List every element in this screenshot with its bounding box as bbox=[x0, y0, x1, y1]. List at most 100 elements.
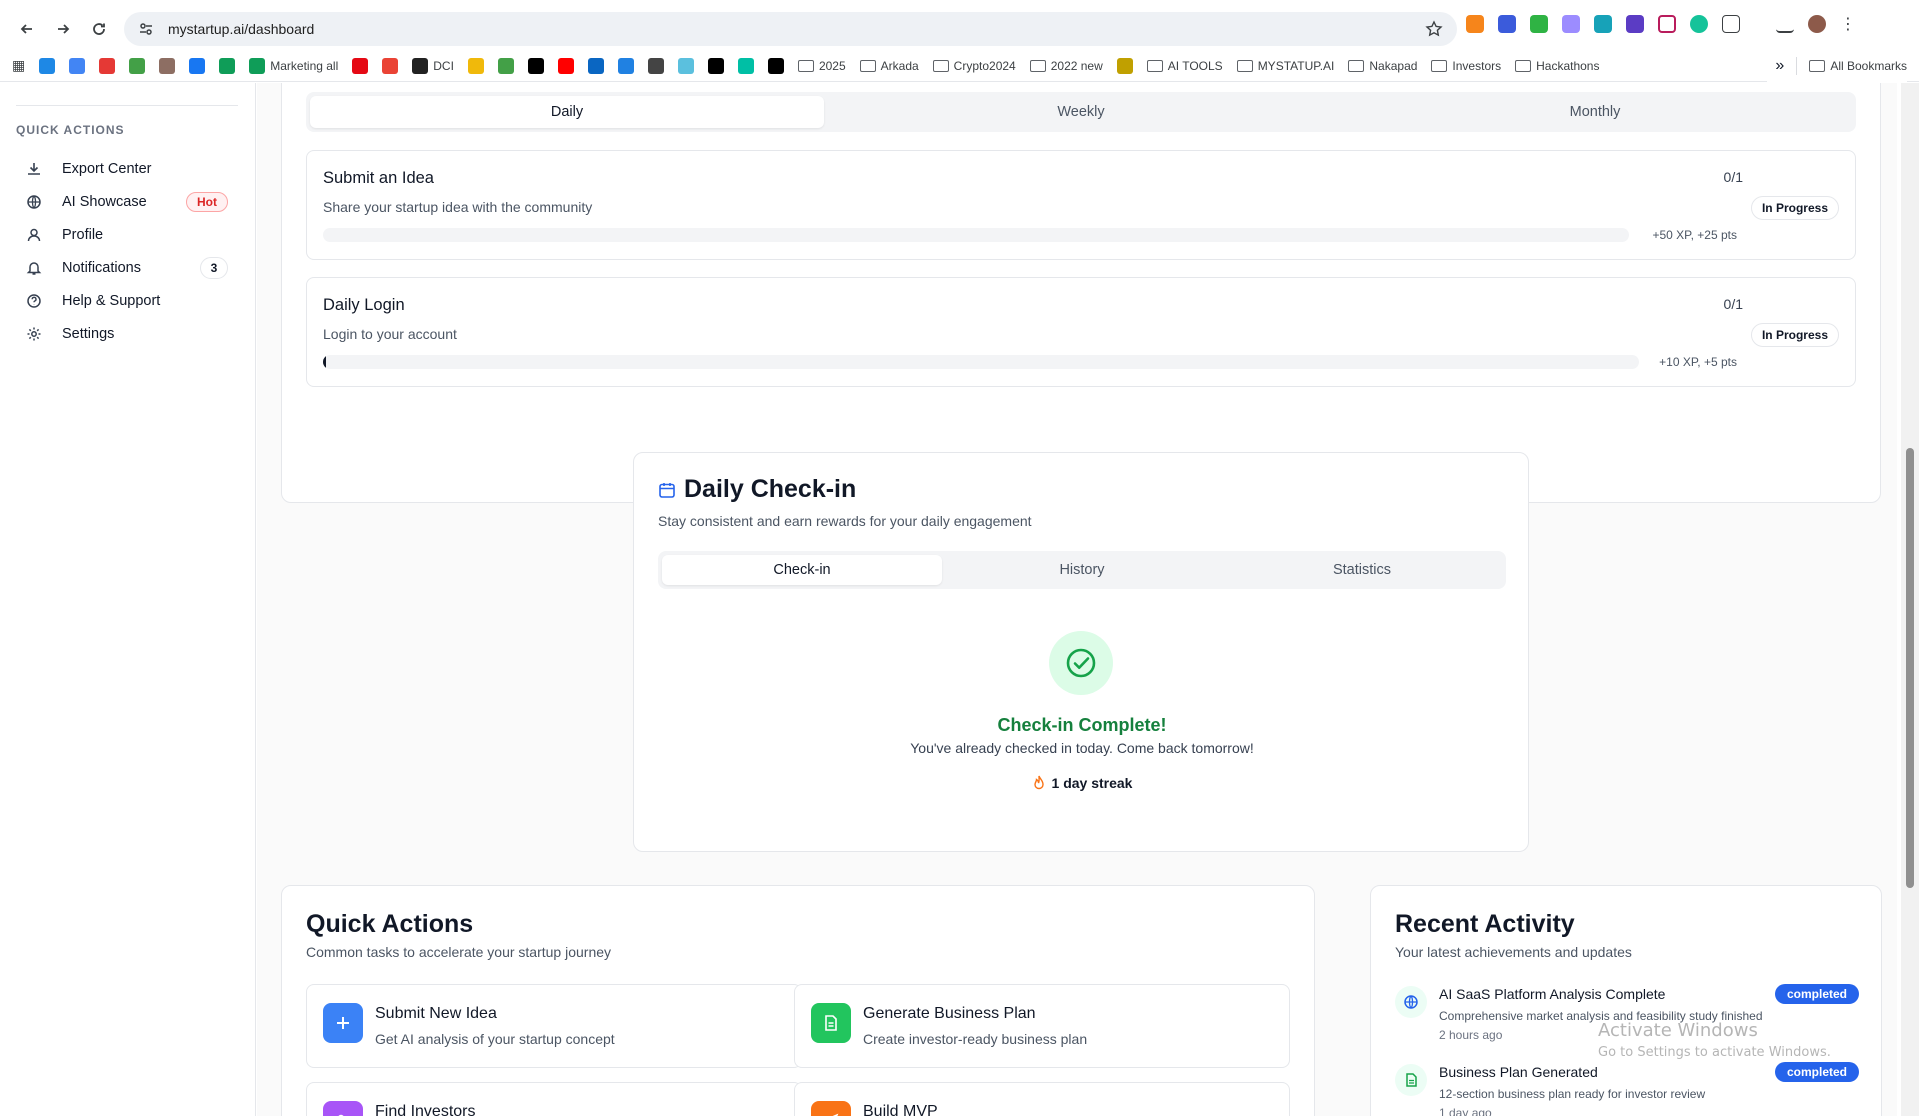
address-bar[interactable]: mystartup.ai/dashboard bbox=[124, 12, 1457, 46]
tab-weekly[interactable]: Weekly bbox=[824, 96, 1338, 128]
bookmark-item[interactable] bbox=[382, 57, 399, 74]
bookmark-item[interactable] bbox=[219, 57, 236, 74]
tab-daily[interactable]: Daily bbox=[310, 96, 824, 128]
bookmark-item[interactable] bbox=[352, 57, 369, 74]
all-bookmarks-folder[interactable]: All Bookmarks bbox=[1809, 59, 1907, 73]
tab-history[interactable]: History bbox=[942, 555, 1222, 585]
scrollbar-thumb[interactable] bbox=[1906, 448, 1914, 888]
bookmark-item[interactable] bbox=[39, 57, 56, 74]
quick-actions-title: Quick Actions bbox=[306, 910, 474, 938]
bookmark-item[interactable] bbox=[99, 57, 116, 74]
bookmark-item[interactable] bbox=[677, 57, 694, 74]
folder-icon bbox=[1431, 59, 1448, 72]
quick-action-find-investors[interactable]: Find Investors bbox=[306, 1082, 802, 1116]
bookmark-item[interactable] bbox=[617, 57, 634, 74]
bookmark-item[interactable] bbox=[159, 57, 176, 74]
bookmark-item[interactable] bbox=[587, 57, 604, 74]
bookmark-item[interactable]: Investors bbox=[1431, 59, 1501, 73]
recent-activity-subtitle: Your latest achievements and updates bbox=[1395, 944, 1632, 960]
sidebar-item-label: AI Showcase bbox=[62, 194, 147, 210]
bookmark-item[interactable] bbox=[557, 57, 574, 74]
bell-icon bbox=[16, 260, 52, 276]
sidebar-item-notifications[interactable]: Notifications 3 bbox=[16, 251, 238, 285]
bookmark-item[interactable] bbox=[69, 57, 86, 74]
bookmark-item[interactable] bbox=[497, 57, 514, 74]
sidebar-item-ai-showcase[interactable]: AI Showcase Hot bbox=[16, 185, 238, 219]
sidebar: QUICK ACTIONS Export Center AI Showcase … bbox=[0, 83, 256, 1116]
bookmark-item[interactable]: Hackathons bbox=[1515, 59, 1599, 73]
more-bookmarks-button[interactable]: » bbox=[1775, 57, 1784, 75]
bookmark-item[interactable]: AI TOOLS bbox=[1146, 59, 1223, 73]
task-description: Login to your account bbox=[323, 326, 457, 342]
forward-button[interactable] bbox=[46, 12, 80, 46]
bookmark-item[interactable]: Nakapad bbox=[1348, 59, 1417, 73]
sidebar-item-profile[interactable]: Profile bbox=[16, 218, 238, 252]
challenge-tabs: Daily Weekly Monthly bbox=[306, 92, 1856, 132]
user-icon bbox=[16, 227, 52, 243]
site-settings-icon[interactable] bbox=[138, 21, 154, 37]
bookmark-item[interactable]: Arkada bbox=[859, 59, 919, 73]
tab-statistics[interactable]: Statistics bbox=[1222, 555, 1502, 585]
sidebar-item-export-center[interactable]: Export Center bbox=[16, 152, 238, 186]
bookmark-item[interactable] bbox=[467, 57, 484, 74]
bookmark-item[interactable] bbox=[129, 57, 146, 74]
extension-icon[interactable] bbox=[1562, 15, 1580, 33]
bookmark-item[interactable] bbox=[737, 57, 754, 74]
page-scrollbar[interactable] bbox=[1901, 83, 1919, 1116]
extension-icon[interactable] bbox=[1594, 15, 1612, 33]
bookmark-label: Hackathons bbox=[1536, 58, 1600, 73]
bookmark-item[interactable]: Marketing all bbox=[249, 57, 338, 74]
bookmark-item[interactable]: 2022 new bbox=[1029, 58, 1103, 73]
extension-icon[interactable] bbox=[1530, 15, 1548, 33]
activity-item[interactable]: Business Plan Generated 12-section busin… bbox=[1395, 1062, 1859, 1116]
quick-action-build-mvp[interactable]: Build MVP bbox=[794, 1082, 1290, 1116]
tab-check-in[interactable]: Check-in bbox=[662, 555, 942, 585]
quick-action-business-plan[interactable]: Generate Business Plan Create investor-r… bbox=[794, 984, 1290, 1068]
download-icon[interactable] bbox=[1776, 15, 1794, 33]
linkedin-icon bbox=[587, 57, 604, 74]
google-icon bbox=[69, 57, 86, 74]
bookmark-item[interactable] bbox=[1116, 57, 1133, 74]
challenges-card: Daily Weekly Monthly Submit an Idea Shar… bbox=[281, 83, 1881, 503]
extension-icon[interactable] bbox=[1626, 15, 1644, 33]
sidebar-item-label: Profile bbox=[62, 227, 104, 243]
quick-action-title: Submit New Idea bbox=[375, 1005, 497, 1022]
metamask-icon[interactable] bbox=[1466, 15, 1484, 33]
sidebar-item-help-support[interactable]: Help & Support bbox=[16, 284, 238, 318]
bookmark-item[interactable] bbox=[527, 57, 544, 74]
task-count: 0/1 bbox=[1723, 169, 1743, 185]
bookmark-label: 2022 new bbox=[1050, 58, 1103, 73]
bookmark-item[interactable]: MYSTATUP.AI bbox=[1236, 59, 1334, 73]
bookmark-star-icon[interactable] bbox=[1425, 20, 1443, 38]
url-text[interactable]: mystartup.ai/dashboard bbox=[168, 21, 314, 37]
grammarly-icon[interactable] bbox=[1690, 15, 1708, 33]
tab-monthly[interactable]: Monthly bbox=[1338, 96, 1852, 128]
quick-action-submit-idea[interactable]: Submit New Idea Get AI analysis of your … bbox=[306, 984, 802, 1068]
daily-checkin-card: Daily Check-in Stay consistent and earn … bbox=[633, 452, 1529, 852]
bookmarks-overflow: » All Bookmarks bbox=[1767, 50, 1907, 82]
task-progress-bar bbox=[323, 355, 1639, 369]
reload-button[interactable] bbox=[82, 12, 116, 46]
menu-icon[interactable]: ⋮ bbox=[1840, 14, 1856, 34]
bookmark-item[interactable] bbox=[767, 57, 784, 74]
sidebar-item-settings[interactable]: Settings bbox=[16, 317, 238, 351]
bookmark-label: Investors bbox=[1452, 58, 1502, 73]
back-button[interactable] bbox=[10, 12, 44, 46]
bookmarks-bar: ▦ Marketing all DCI 2025 Arkada Crypto2024 20… bbox=[0, 50, 1919, 82]
bookmark-item[interactable]: 2025 bbox=[797, 59, 846, 73]
extension-icon[interactable] bbox=[1658, 15, 1676, 33]
avatar[interactable] bbox=[1808, 15, 1826, 33]
bookmark-item[interactable] bbox=[707, 57, 724, 74]
extensions-row: ⋮ bbox=[1466, 14, 1856, 34]
bookmark-item[interactable] bbox=[647, 57, 664, 74]
bookmark-item[interactable]: Crypto2024 bbox=[932, 59, 1016, 73]
bookmark-item[interactable] bbox=[189, 57, 206, 74]
recent-activity-title: Recent Activity bbox=[1395, 910, 1575, 938]
bookmark-item[interactable]: DCI bbox=[412, 57, 454, 74]
binance-icon bbox=[467, 57, 484, 74]
chart-icon bbox=[677, 57, 694, 74]
apps-grid-icon[interactable]: ▦ bbox=[12, 57, 25, 74]
document-icon bbox=[1395, 1064, 1427, 1096]
puzzle-icon[interactable] bbox=[1722, 15, 1740, 33]
extension-icon[interactable] bbox=[1498, 15, 1516, 33]
